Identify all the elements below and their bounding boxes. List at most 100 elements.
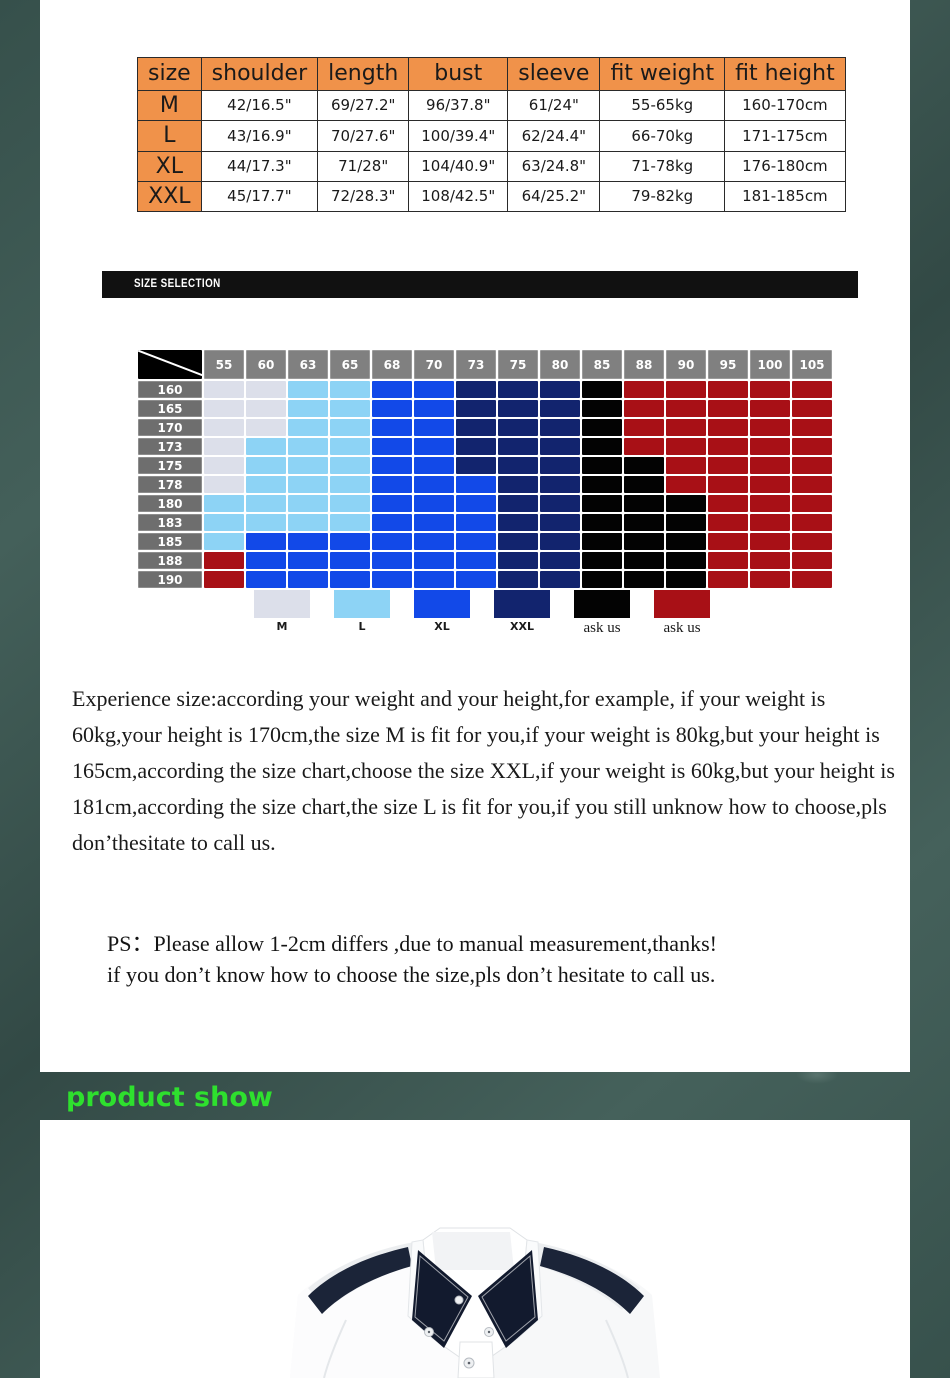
legend-swatch: [414, 590, 470, 618]
heatmap-row-label: 188: [138, 552, 202, 569]
heatmap-cell-m: [204, 457, 244, 474]
cell-shoulder: 45/17.7": [200, 181, 319, 213]
cell-fit-weight: 55-65kg: [599, 90, 726, 122]
heatmap-cell-xxl: [498, 476, 538, 493]
heatmap-cell-ask-us-red: [624, 419, 664, 436]
heatmap-cell-xl: [288, 571, 328, 588]
heatmap-cell-m: [246, 400, 286, 417]
product-photo: [40, 1120, 910, 1378]
legend-swatch: [574, 590, 630, 618]
heatmap-cell-ask-us-black: [666, 533, 706, 550]
heatmap-cell-ask-us-red: [792, 533, 832, 550]
col-header-fit-weight: fit weight: [599, 56, 726, 92]
heatmap-cell-xxl: [540, 457, 580, 474]
heatmap-cell-l: [330, 419, 370, 436]
heatmap-cell-ask-us-red: [624, 438, 664, 455]
product-show-label: product show: [66, 1082, 273, 1113]
heatmap-cell-ask-us-black: [582, 419, 622, 436]
cell-shoulder: 44/17.3": [200, 150, 319, 183]
heatmap-cell-ask-us-red: [708, 419, 748, 436]
heatmap-row-label: 180: [138, 495, 202, 512]
heatmap-cell-l: [204, 495, 244, 512]
table-row: XXL 45/17.7" 72/28.3" 108/42.5" 64/25.2"…: [137, 181, 846, 213]
cell-fit-weight: 71-78kg: [599, 150, 726, 183]
heatmap-cell-ask-us-red: [666, 457, 706, 474]
heatmap-col-header: 68: [372, 350, 412, 379]
cell-sleeve: 63/24.8": [507, 150, 601, 183]
heatmap-row: 183: [138, 514, 832, 531]
cell-length: 69/27.2": [317, 90, 410, 122]
heatmap-cell-ask-us-black: [582, 571, 622, 588]
heatmap-cell-ask-us-black: [666, 552, 706, 569]
heatmap-row: 173: [138, 438, 832, 455]
cell-fit-height: 176-180cm: [724, 150, 846, 183]
heatmap-cell-ask-us-red: [666, 400, 706, 417]
heatmap-row-label: 175: [138, 457, 202, 474]
heatmap-row-label: 165: [138, 400, 202, 417]
cell-bust: 108/42.5": [408, 181, 509, 213]
size-chart-table: size shoulder length bust sleeve fit wei…: [137, 56, 846, 213]
heatmap-row-label: 185: [138, 533, 202, 550]
heatmap-cell-xl: [456, 533, 496, 550]
heatmap-cell-ask-us-black: [582, 514, 622, 531]
legend-swatch: [654, 590, 710, 618]
heatmap-cell-ask-us-red: [666, 438, 706, 455]
heatmap-cell-l: [330, 457, 370, 474]
col-header-length: length: [317, 56, 410, 92]
heatmap-cell-l: [330, 400, 370, 417]
heatmap-cell-xxl: [456, 419, 496, 436]
legend-label: L: [358, 620, 366, 633]
heatmap-cell-xxl: [498, 438, 538, 455]
heatmap-cell-ask-us-black: [582, 533, 622, 550]
heatmap-col-header: 60: [246, 350, 286, 379]
heatmap-cell-ask-us-red: [624, 381, 664, 398]
legend-label: XL: [434, 620, 450, 633]
ps-note-line-1: PS：Please allow 1-2cm differs ,due to ma…: [107, 931, 717, 956]
heatmap-cell-ask-us-red: [750, 552, 790, 569]
heatmap-cell-l: [288, 495, 328, 512]
heatmap-row-label: 178: [138, 476, 202, 493]
cell-sleeve: 62/24.4": [507, 120, 601, 152]
heatmap-cell-ask-us-red: [708, 571, 748, 588]
heatmap-cell-xl: [372, 457, 412, 474]
heatmap-row: 160: [138, 381, 832, 398]
heatmap-cell-ask-us-red: [792, 571, 832, 588]
heatmap-cell-ask-us-black: [624, 495, 664, 512]
col-header-fit-height: fit height: [724, 56, 846, 92]
heatmap-cell-xl: [456, 476, 496, 493]
heatmap-col-header: 63: [288, 350, 328, 379]
heatmap-cell-xl: [414, 476, 454, 493]
heatmap-cell-ask-us-black: [582, 381, 622, 398]
cell-shoulder: 42/16.5": [200, 90, 319, 122]
heatmap-cell-xxl: [498, 381, 538, 398]
heatmap-cell-ask-us-red: [750, 400, 790, 417]
cell-size: M: [137, 90, 202, 122]
heatmap-col-header: 73: [456, 350, 496, 379]
heatmap-cell-xxl: [540, 381, 580, 398]
heatmap-cell-xl: [372, 571, 412, 588]
heatmap-cell-xl: [246, 533, 286, 550]
legend-label: ask us: [583, 620, 621, 636]
cell-fit-height: 160-170cm: [724, 90, 846, 122]
heatmap-cell-l: [204, 533, 244, 550]
heatmap-cell-ask-us-red: [750, 514, 790, 531]
cell-length: 72/28.3": [317, 181, 410, 213]
shirt-illustration: [40, 1120, 910, 1378]
heatmap-cell-ask-us-black: [624, 514, 664, 531]
heatmap-cell-m: [204, 400, 244, 417]
cell-length: 70/27.6": [317, 120, 410, 152]
cell-size: XL: [137, 150, 202, 183]
heatmap-cell-xl: [414, 381, 454, 398]
heatmap-row-label: 170: [138, 419, 202, 436]
heatmap-cell-ask-us-black: [582, 438, 622, 455]
heatmap-table: 55 60 63 65 68 70 73 75 80 85 88 90 95 100 105 160 165 17…: [136, 348, 834, 590]
heatmap-cell-xl: [330, 533, 370, 550]
cell-size: XXL: [137, 181, 202, 213]
heatmap-cell-ask-us-red: [750, 381, 790, 398]
heatmap-cell-ask-us-red: [708, 400, 748, 417]
legend-item: ask us: [654, 590, 710, 637]
legend-swatch: [334, 590, 390, 618]
heatmap-cell-xl: [372, 514, 412, 531]
heatmap-cell-ask-us-red: [792, 438, 832, 455]
heatmap-cell-ask-us-red: [750, 476, 790, 493]
